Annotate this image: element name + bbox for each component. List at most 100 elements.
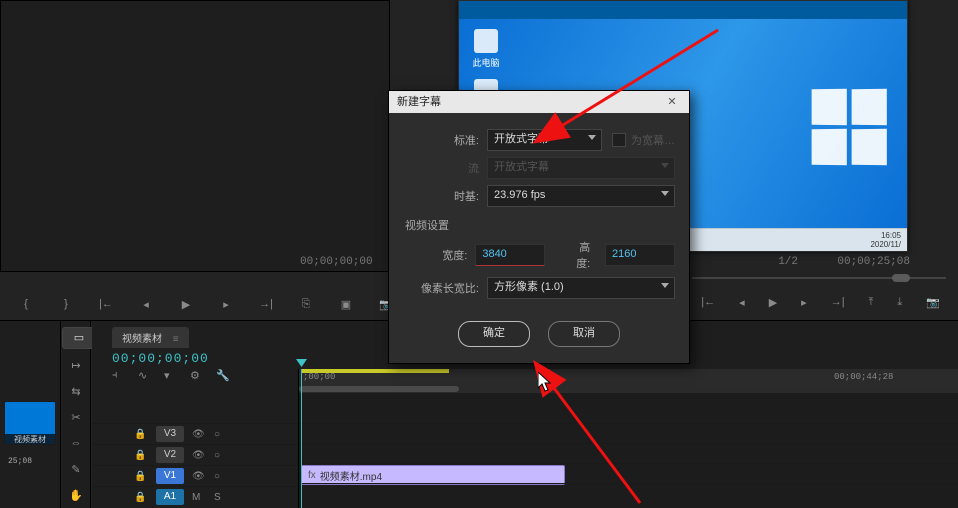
track-label[interactable]: V1 xyxy=(156,468,184,484)
sequence-tab[interactable]: 视频素材 ≡ xyxy=(112,327,189,348)
solo-icon[interactable]: S xyxy=(214,492,224,503)
selection-tool-icon[interactable]: ▭ xyxy=(62,327,96,349)
mute-icon[interactable]: M xyxy=(192,492,206,503)
cancel-button[interactable]: 取消 xyxy=(548,321,620,347)
ok-button[interactable]: 确定 xyxy=(458,321,530,347)
closed-caption-label: 为宽幕… xyxy=(631,132,675,148)
stream-select-value: 开放式字幕 xyxy=(494,161,549,173)
pen-tool-icon[interactable]: ✎ xyxy=(66,459,86,479)
windows-logo-icon xyxy=(811,89,891,169)
video-settings-heading: 视频设置 xyxy=(405,217,675,233)
track-header-a1[interactable]: 🔒 A1 M S xyxy=(92,486,298,507)
timeline-playhead-time[interactable]: 00;00;00;00 xyxy=(112,351,209,366)
extract-icon[interactable]: ⤓ xyxy=(897,296,902,309)
mark-out-icon[interactable]: } xyxy=(58,296,74,312)
overwrite-icon[interactable]: ▣ xyxy=(338,296,354,312)
par-select-value: 方形像素 (1.0) xyxy=(494,281,564,293)
track-header-v3[interactable]: 🔒 V3 👁 ○ xyxy=(92,423,298,444)
height-input[interactable]: 2160 xyxy=(605,244,675,266)
fx-badge-icon: fx xyxy=(308,470,316,481)
track-label[interactable]: V2 xyxy=(156,447,184,463)
chevron-down-icon xyxy=(661,191,669,196)
app-root: 00;00;00;00 此电脑 回收站 网络 16 xyxy=(0,0,958,508)
sync-lock-icon[interactable]: ○ xyxy=(214,450,224,461)
eye-icon[interactable]: 👁 xyxy=(192,429,206,440)
lift-icon[interactable]: ⤒ xyxy=(869,296,874,309)
lock-icon[interactable]: 🔒 xyxy=(134,450,148,461)
program-zoom[interactable]: 1/2 xyxy=(778,256,798,268)
sync-lock-icon[interactable]: ○ xyxy=(214,429,224,440)
slip-tool-icon[interactable]: ⇔ xyxy=(66,433,86,453)
track-area[interactable]: ;00;00 00;00;44;28 fx 视频素材.mp4 xyxy=(298,369,958,508)
track-label[interactable]: A1 xyxy=(156,489,184,505)
export-frame-icon[interactable]: 📷 xyxy=(926,296,940,309)
track-row-v1[interactable]: fx 视频素材.mp4 xyxy=(299,463,958,484)
lock-icon[interactable]: 🔒 xyxy=(134,492,148,503)
sync-lock-icon[interactable]: ○ xyxy=(214,471,224,482)
ripple-tool-icon[interactable]: ⇆ xyxy=(66,381,86,401)
program-transport: { } |← ◂ ▶ ▸ →| ⤒ ⤓ 📷 xyxy=(646,296,940,309)
dialog-title: 新建字幕 xyxy=(397,91,441,113)
close-icon[interactable]: ✕ xyxy=(663,91,681,109)
preview-window-titlebar xyxy=(459,1,907,19)
track-row-a1[interactable] xyxy=(299,483,958,504)
marker-icon[interactable]: ▾ xyxy=(164,369,178,383)
timebase-select[interactable]: 23.976 fps xyxy=(487,185,675,207)
track-headers: 🔒 V3 👁 ○ 🔒 V2 👁 ○ 🔒 V1 👁 ○ xyxy=(92,393,298,508)
source-monitor xyxy=(0,0,390,272)
eye-icon[interactable]: 👁 xyxy=(192,450,206,461)
go-out-icon[interactable]: →| xyxy=(258,296,274,312)
chevron-down-icon xyxy=(661,283,669,288)
play-icon[interactable]: ▶ xyxy=(178,296,194,312)
program-scale[interactable] xyxy=(692,274,946,282)
track-select-tool-icon[interactable]: ↦ xyxy=(66,355,86,375)
time-ruler[interactable]: ;00;00 00;00;44;28 xyxy=(299,369,958,393)
eye-icon[interactable]: 👁 xyxy=(192,471,206,482)
hand-tool-icon[interactable]: ✋ xyxy=(66,485,86,505)
track-header-v1[interactable]: 🔒 V1 👁 ○ xyxy=(92,465,298,486)
track-row-v2[interactable] xyxy=(299,443,958,464)
linked-selection-icon[interactable]: ∿ xyxy=(138,369,152,383)
closed-caption-checkbox[interactable] xyxy=(612,133,626,147)
label-height: 高度: xyxy=(569,239,590,271)
insert-icon[interactable]: ⎘ xyxy=(298,296,314,312)
timebase-select-value: 23.976 fps xyxy=(494,189,545,201)
lock-icon[interactable]: 🔒 xyxy=(134,429,148,440)
wrench-icon[interactable]: 🔧 xyxy=(216,369,230,383)
close-icon[interactable]: ≡ xyxy=(173,334,179,345)
go-out-icon[interactable]: →| xyxy=(831,296,845,309)
timeline-clip[interactable]: fx 视频素材.mp4 xyxy=(301,465,565,485)
step-fwd-icon[interactable]: ▸ xyxy=(801,296,807,309)
project-item-label: 视频素材 xyxy=(5,434,55,444)
new-caption-dialog: 新建字幕 ✕ 标准: 开放式字幕 为宽幕… 流 开放式字幕 xyxy=(388,90,690,364)
standard-select-value: 开放式字幕 xyxy=(494,133,549,145)
snap-icon[interactable]: ⫞ xyxy=(112,369,126,383)
zoom-thumb[interactable] xyxy=(299,386,459,392)
mouse-cursor-icon xyxy=(538,372,552,392)
project-item-thumb[interactable]: 视频素材 xyxy=(4,401,56,445)
dialog-titlebar[interactable]: 新建字幕 ✕ xyxy=(389,91,689,113)
label-par: 像素长宽比: xyxy=(403,280,479,296)
playhead[interactable] xyxy=(301,369,302,508)
razor-tool-icon[interactable]: ✂ xyxy=(66,407,86,427)
standard-select[interactable]: 开放式字幕 xyxy=(487,129,602,151)
play-icon[interactable]: ▶ xyxy=(769,296,777,309)
step-fwd-icon[interactable]: ▸ xyxy=(218,296,234,312)
step-back-icon[interactable]: ◂ xyxy=(739,296,745,309)
step-back-icon[interactable]: ◂ xyxy=(138,296,154,312)
track-header-v2[interactable]: 🔒 V2 👁 ○ xyxy=(92,444,298,465)
go-in-icon[interactable]: |← xyxy=(701,296,715,309)
lock-icon[interactable]: 🔒 xyxy=(134,471,148,482)
track-row-v3[interactable] xyxy=(299,423,958,444)
settings-icon[interactable]: ⚙ xyxy=(190,369,204,383)
mark-in-icon[interactable]: { xyxy=(18,296,34,312)
taskbar-clock: 16:05 2020/11/ xyxy=(870,231,901,249)
width-input[interactable]: 3840 xyxy=(475,244,545,266)
track-label[interactable]: V3 xyxy=(156,426,184,442)
go-in-icon[interactable]: |← xyxy=(98,296,114,312)
program-scale-thumb[interactable] xyxy=(892,274,910,282)
timeline-toolbar: ⫞ ∿ ▾ ⚙ 🔧 xyxy=(112,369,230,383)
ruler-label: 00;00;44;28 xyxy=(834,372,893,382)
par-select[interactable]: 方形像素 (1.0) xyxy=(487,277,675,299)
timeline-tools: ▭ ↦ ⇆ ✂ ⇔ ✎ ✋ T xyxy=(62,321,91,508)
